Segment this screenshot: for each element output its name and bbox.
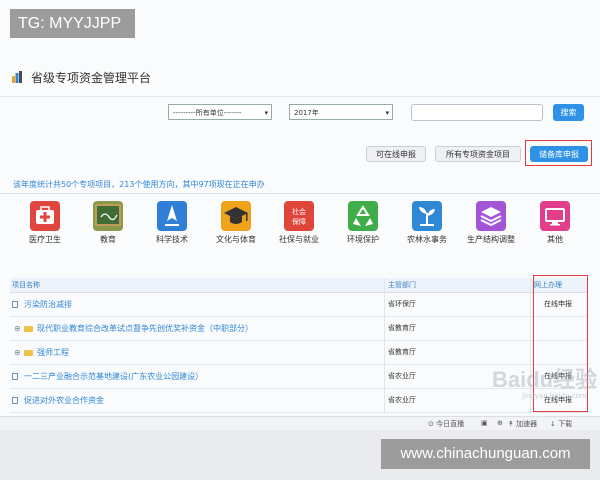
monitor-icon [540, 201, 570, 231]
status-icon[interactable]: ▣ [481, 419, 488, 427]
category-label: 农林水事务 [407, 235, 447, 244]
table-row[interactable]: ⊕ 现代职业教育综合改革试点督争先创优奖补资金（中职部分） 省教育厅 [10, 317, 588, 341]
department: 省环保厅 [388, 300, 416, 308]
document-icon [12, 301, 18, 308]
category-medical[interactable]: 医疗卫生 [13, 201, 77, 245]
expand-icon[interactable]: ⊕ [14, 341, 21, 364]
project-name[interactable]: 促进对外农业合作资金 [24, 389, 104, 412]
department: 省教育厅 [388, 348, 416, 356]
project-name[interactable]: 强师工程 [37, 341, 69, 364]
category-label: 环境保护 [347, 235, 379, 244]
category-label: 文化与体育 [216, 235, 256, 244]
svg-text:保障: 保障 [292, 217, 306, 226]
year-select-value: 2017年 [294, 109, 319, 117]
project-name[interactable]: 污染防治减排 [24, 293, 72, 316]
app-window: 省级专项资金管理平台 ---------所有单位------- ▾ 2017年 … [0, 0, 600, 430]
unit-select-value: ---------所有单位------- [173, 109, 242, 117]
table-header: 项目名称 主管部门 网上办理 [10, 278, 588, 293]
category-label: 医疗卫生 [29, 235, 61, 244]
accelerator-label: 加速器 [516, 420, 538, 428]
baidu-watermark: Baidu经验 [492, 367, 598, 392]
category-label: 生产结构调整 [467, 235, 515, 244]
app-header: 省级专项资金管理平台 [0, 58, 600, 97]
category-label: 其他 [547, 235, 563, 244]
divider [0, 193, 600, 194]
category-environment[interactable]: 环境保护 [331, 201, 395, 245]
year-select[interactable]: 2017年 ▾ [289, 104, 393, 120]
highlight-box-reserve-button [525, 140, 592, 166]
baidu-watermark-url: jingyan.baidu.com [522, 392, 587, 400]
department: 省农业厅 [388, 372, 416, 380]
accelerator-link[interactable]: ↟ 加速器 [508, 419, 537, 429]
department: 省教育厅 [388, 324, 416, 332]
project-name[interactable]: 一二三产业融合示范基地建设(广东农业公园建设） [24, 365, 203, 388]
category-agriculture[interactable]: 农林水事务 [395, 201, 459, 245]
project-name[interactable]: 现代职业教育综合改革试点督争先创优奖补资金（中职部分） [37, 317, 253, 340]
svg-text:社会: 社会 [292, 207, 306, 216]
graduation-cap-icon [221, 201, 251, 231]
download-icon: ↓ [550, 420, 556, 428]
category-label: 科学技术 [156, 235, 188, 244]
news-label: 今日直播 [436, 420, 465, 428]
live-icon: ⊙ [428, 420, 434, 428]
folder-icon [24, 350, 33, 356]
app-title: 省级专项资金管理平台 [31, 71, 152, 85]
document-icon [12, 397, 18, 404]
category-education[interactable]: 教育 [76, 201, 140, 245]
watermark-top: TG: MYYJJPP [10, 9, 135, 38]
rocket-icon [157, 201, 187, 231]
department: 省农业厅 [388, 396, 416, 404]
all-projects-button[interactable]: 所有专项资金项目 [435, 146, 521, 162]
table-row[interactable]: 污染防治减排 省环保厅 在线申报 [10, 293, 588, 317]
category-label: 社保与就业 [279, 235, 319, 244]
unit-select[interactable]: ---------所有单位------- ▾ [168, 104, 272, 120]
layers-icon [476, 201, 506, 231]
category-production-structure[interactable]: 生产结构调整 [459, 201, 523, 245]
expand-icon[interactable]: ⊕ [14, 317, 21, 340]
category-label: 教育 [100, 235, 116, 244]
search-button[interactable]: 搜索 [553, 104, 584, 121]
category-other[interactable]: 其他 [523, 201, 587, 245]
rocket-icon: ↟ [508, 420, 514, 428]
social-security-icon: 社会 保障 [284, 201, 314, 231]
folder-icon [24, 326, 33, 332]
chalkboard-icon [93, 201, 123, 231]
chevron-down-icon: ▾ [264, 109, 268, 117]
column-header-department: 主管部门 [388, 281, 416, 289]
category-culture-sports[interactable]: 文化与体育 [204, 201, 268, 245]
platform-logo-icon [12, 71, 22, 83]
sprout-icon [412, 201, 442, 231]
download-link[interactable]: ↓ 下载 [550, 419, 572, 429]
medical-kit-icon [30, 201, 60, 231]
watermark-bottom: www.chinachunguan.com [381, 439, 590, 469]
browser-status-bar: ⊙ 今日直播 ▣ ⊕ ↟ 加速器 ↓ 下载 [0, 416, 600, 430]
document-icon [12, 373, 18, 380]
download-label: 下载 [558, 420, 573, 428]
online-report-button[interactable]: 可在线申报 [366, 146, 426, 162]
news-link[interactable]: ⊙ 今日直播 [428, 419, 464, 429]
category-grid: 医疗卫生 教育 科学技术 文化与体育 社会 保障 社保与就业 环境保护 农林水事… [0, 201, 600, 251]
category-social-security[interactable]: 社会 保障 社保与就业 [267, 201, 331, 245]
recycle-icon [348, 201, 378, 231]
category-science[interactable]: 科学技术 [140, 201, 204, 245]
column-header-project: 项目名称 [12, 281, 40, 289]
chevron-down-icon: ▾ [385, 109, 389, 117]
statistics-text: 该年度统计共50个专项项目，213个使用方向，其中97项现在正在申办 [13, 180, 265, 189]
filter-bar: ---------所有单位------- ▾ 2017年 ▾ 搜索 [0, 104, 600, 124]
status-icon[interactable]: ⊕ [497, 419, 503, 427]
search-input[interactable] [411, 104, 543, 121]
